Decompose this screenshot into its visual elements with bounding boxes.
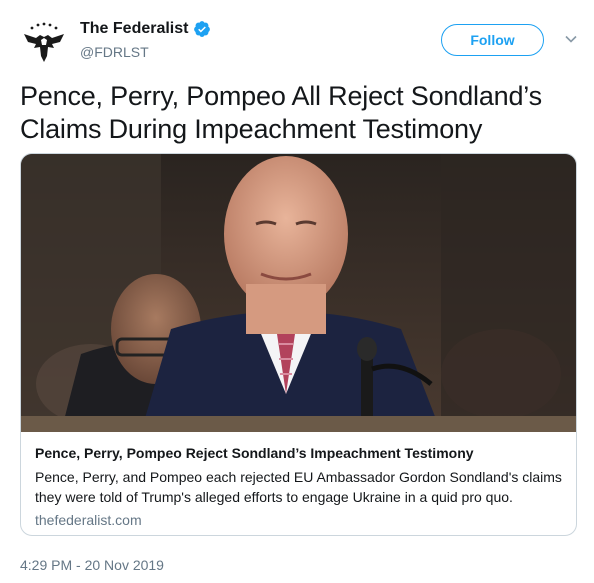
link-card[interactable]: Pence, Perry, Pompeo Reject Sondland’s I… (20, 153, 577, 536)
tweet-text: Pence, Perry, Pompeo All Reject Sondland… (20, 81, 542, 144)
card-body: Pence, Perry, Pompeo Reject Sondland’s I… (21, 432, 576, 528)
card-domain: thefederalist.com (35, 512, 142, 528)
account-handle[interactable]: @FDRLST (80, 44, 149, 60)
name-row: The Federalist (80, 20, 211, 38)
card-title: Pence, Perry, Pompeo Reject Sondland’s I… (35, 445, 474, 461)
avatar[interactable] (20, 18, 68, 66)
card-description: Pence, Perry, and Pompeo each rejected E… (35, 469, 562, 505)
display-name[interactable]: The Federalist (80, 20, 188, 38)
chevron-down-icon[interactable] (564, 32, 578, 46)
follow-button[interactable]: Follow (441, 24, 544, 56)
tweet-timestamp[interactable]: 4:29 PM - 20 Nov 2019 (20, 557, 164, 573)
verified-badge-icon (194, 21, 211, 37)
tweet-header: The Federalist @FDRLST Follow (20, 12, 580, 66)
card-image (21, 154, 576, 432)
eagle-logo-icon (20, 18, 68, 66)
